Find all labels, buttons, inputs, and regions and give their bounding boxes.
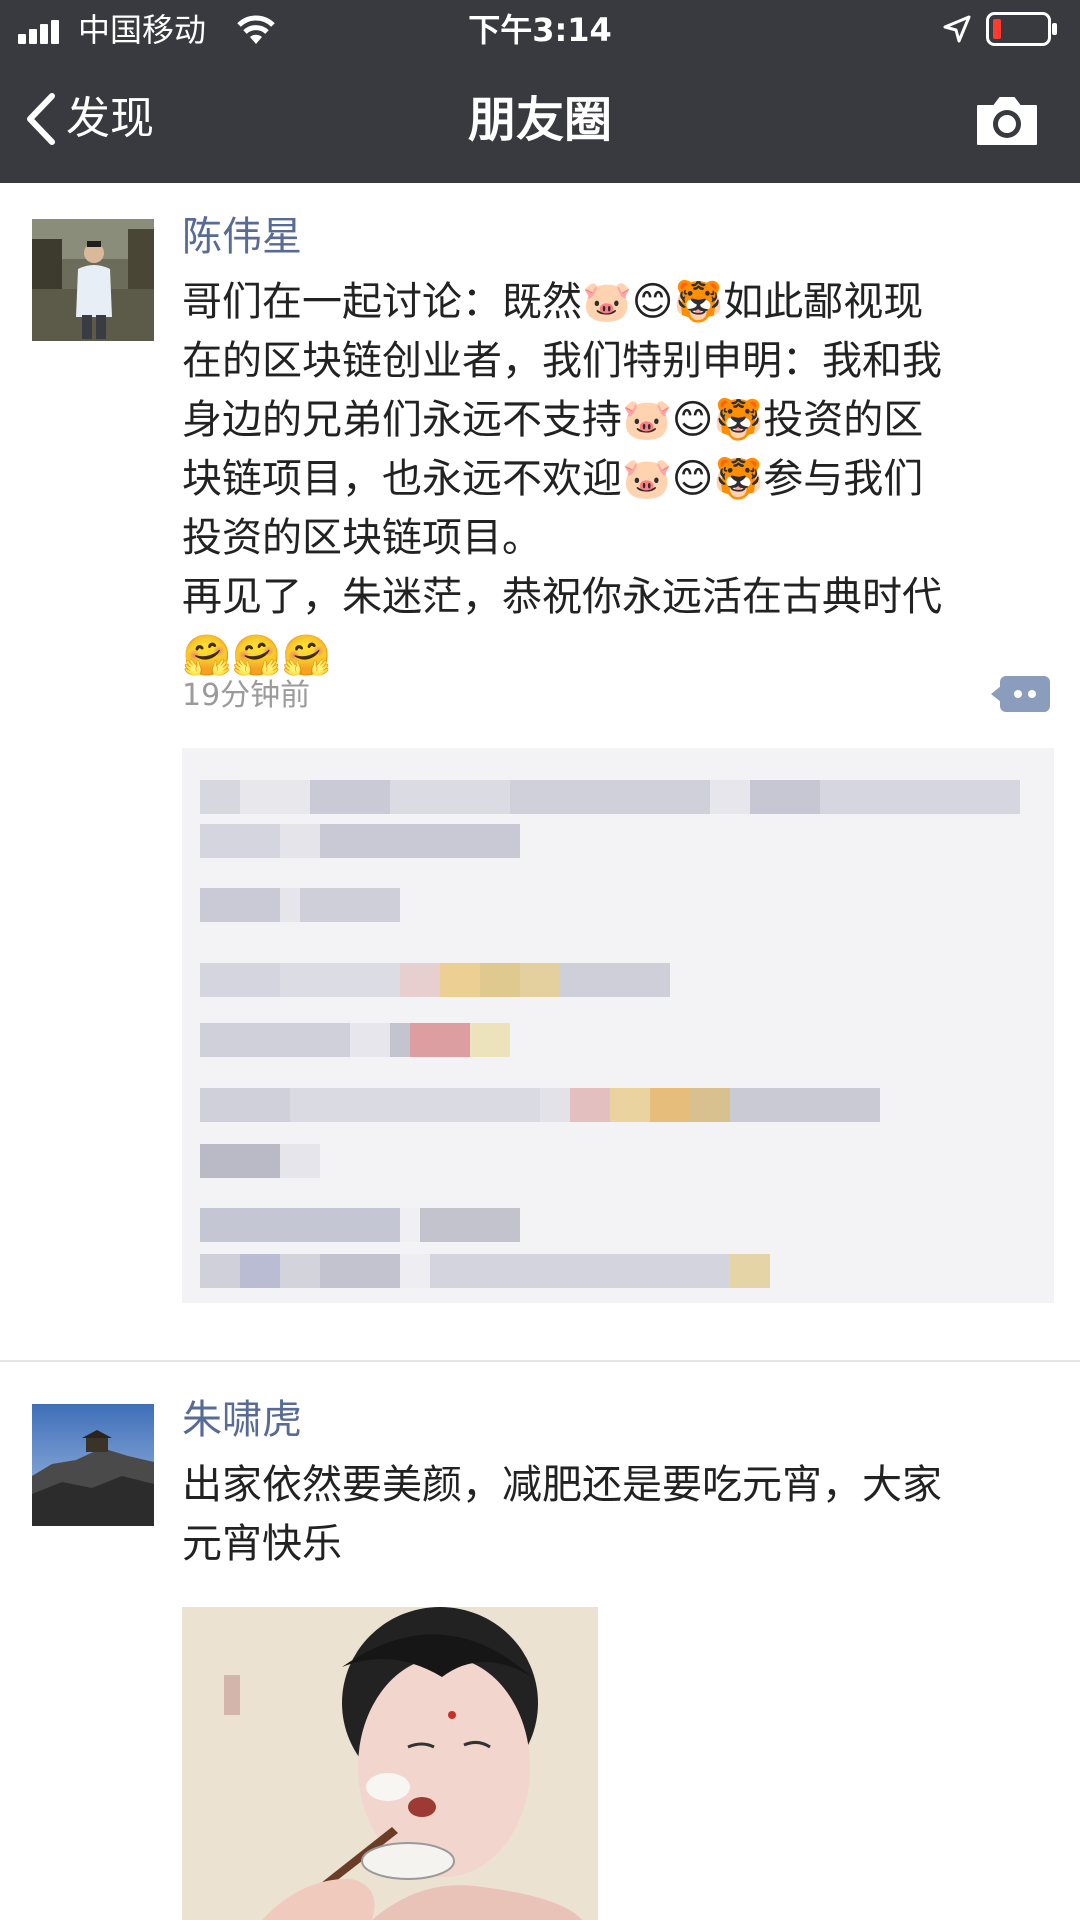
comment-blurred — [200, 888, 400, 922]
location-arrow-icon — [943, 15, 971, 43]
comment-button[interactable] — [991, 676, 1050, 712]
avatar[interactable] — [32, 219, 154, 341]
moment-post: 朱啸虎 出家依然要美颜，减肥还是要吃元宵，大家 元宵快乐 — [0, 1362, 1080, 1920]
comment-blurred — [200, 1144, 320, 1178]
camera-icon[interactable] — [974, 90, 1040, 150]
avatar[interactable] — [32, 1404, 154, 1526]
moment-post: 陈伟星 哥们在一起讨论：既然🐷😊🐯如此鄙视现 在的区块链创业者，我们特别申明：我… — [0, 183, 1080, 1360]
post-timestamp: 19分钟前 — [182, 678, 311, 713]
comment-blurred — [200, 780, 1020, 814]
comment-blurred — [200, 963, 720, 997]
post-content: 朱啸虎 出家依然要美颜，减肥还是要吃元宵，大家 元宵快乐 — [182, 1392, 1032, 1574]
avatar-photo — [32, 219, 154, 341]
status-bar: 中国移动 下午3:14 — [0, 0, 1080, 60]
painting-image — [182, 1607, 598, 1920]
nav-bar: 发现 朋友圈 — [0, 60, 1080, 183]
post-content: 陈伟星 哥们在一起讨论：既然🐷😊🐯如此鄙视现 在的区块链创业者，我们特别申明：我… — [182, 209, 1032, 686]
post-text: 哥们在一起讨论：既然🐷😊🐯如此鄙视现 在的区块链创业者，我们特别申明：我和我 身… — [182, 279, 942, 679]
status-time: 下午3:14 — [468, 11, 612, 49]
comments-section — [182, 748, 1054, 1303]
comment-blurred — [200, 1208, 560, 1242]
page-title: 朋友圈 — [467, 92, 612, 148]
top-bar: 中国移动 下午3:14 发现 朋友圈 — [0, 0, 1080, 183]
poster-name[interactable]: 朱啸虎 — [182, 1392, 1032, 1448]
battery-icon — [986, 12, 1057, 46]
poster-name[interactable]: 陈伟星 — [182, 209, 1032, 265]
comment-blurred — [200, 1254, 820, 1288]
post-text: 出家依然要美颜，减肥还是要吃元宵，大家 元宵快乐 — [182, 1462, 942, 1567]
comment-blurred — [200, 824, 530, 858]
comment-blurred — [200, 1088, 1030, 1122]
post-photo[interactable] — [182, 1607, 598, 1920]
comment-blurred — [200, 1023, 520, 1057]
avatar-photo — [32, 1404, 154, 1526]
